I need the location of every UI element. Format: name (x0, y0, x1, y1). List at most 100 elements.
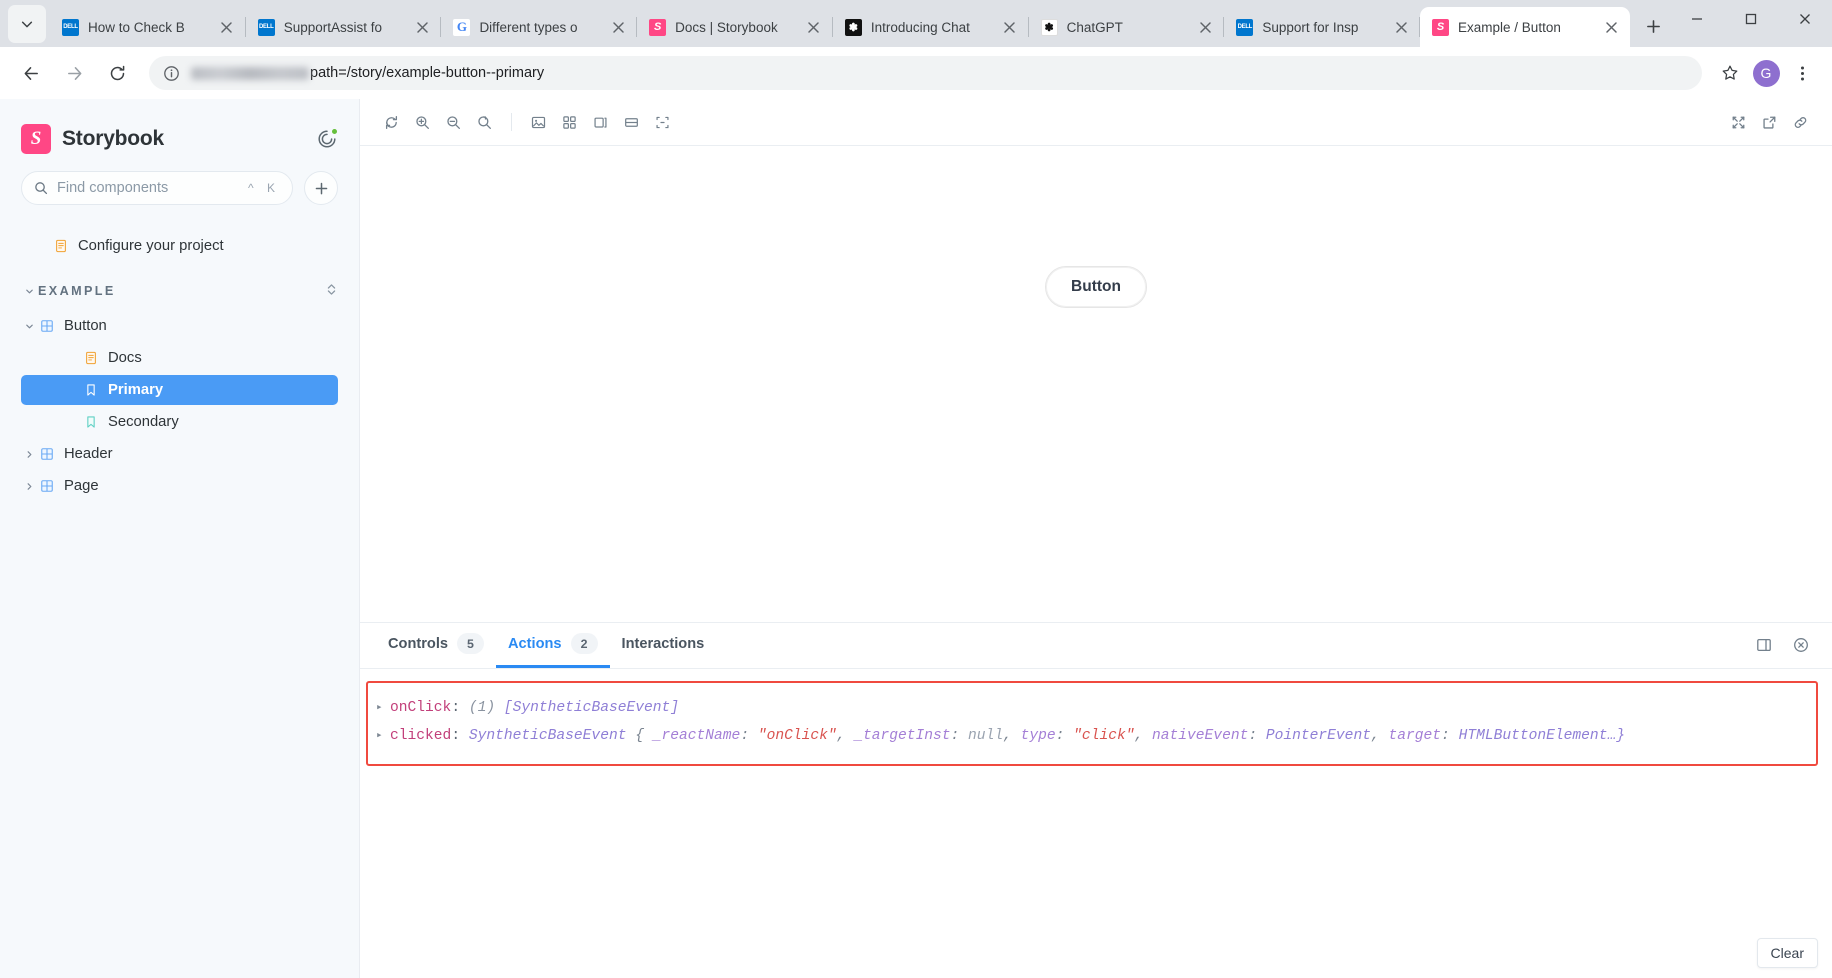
actions-log: ▸ onClick: (1) [SyntheticBaseEvent] ▸ click… (366, 680, 1818, 766)
outline-button[interactable] (647, 107, 678, 138)
expand-all-button[interactable] (325, 283, 338, 299)
tree-caret[interactable] (21, 482, 38, 491)
redacted-url-origin (191, 66, 309, 80)
sidebar-item-page[interactable]: Page (21, 471, 338, 501)
tab-close-button[interactable] (803, 16, 825, 38)
address-bar[interactable]: path=/story/example-button--primary (149, 56, 1702, 90)
remount-button[interactable] (376, 107, 407, 138)
browser-tab[interactable]: S Example / Button (1420, 7, 1631, 47)
zoom-in-icon (416, 115, 429, 129)
tree-caret[interactable] (21, 450, 38, 459)
close-button[interactable] (1778, 0, 1832, 38)
tab-actions[interactable]: Actions 2 (496, 623, 610, 668)
zoom-out-icon (447, 115, 460, 129)
bookmark-star-button[interactable] (1714, 57, 1746, 89)
back-button[interactable] (14, 56, 48, 90)
brand-name: Storybook (62, 127, 165, 150)
panel-position-button[interactable] (1748, 630, 1779, 661)
expand-arrow-icon[interactable]: ▸ (376, 696, 390, 720)
token-count: (1) (468, 699, 496, 716)
tab-controls[interactable]: Controls 5 (376, 623, 496, 668)
site-information-icon[interactable] (163, 65, 180, 82)
sidebar-item-label: Secondary (108, 414, 179, 430)
tab-badge: 5 (457, 633, 484, 654)
zoom-in-button[interactable] (407, 107, 438, 138)
tab-close-button[interactable] (1194, 16, 1216, 38)
browser-tab[interactable]: G Different types o (441, 7, 637, 47)
tab-close-button[interactable] (216, 16, 238, 38)
sidebar-item-button-secondary[interactable]: Secondary (21, 407, 338, 437)
sidebar-item-button-docs[interactable]: Docs (21, 343, 338, 373)
tree-caret[interactable] (21, 322, 38, 331)
measure-button[interactable] (616, 107, 647, 138)
minimize-button[interactable] (1670, 0, 1724, 38)
browser-tab[interactable]: S Docs | Storybook (637, 7, 833, 47)
backgrounds-button[interactable] (523, 107, 554, 138)
story-primary-button[interactable]: Button (1045, 266, 1147, 308)
tab-interactions[interactable]: Interactions (610, 623, 717, 668)
outline-icon (656, 116, 669, 128)
browser-tab[interactable]: ✽ ChatGPT (1029, 7, 1225, 47)
tab-close-button[interactable] (607, 16, 629, 38)
plus-icon (315, 182, 327, 194)
tab-search-button[interactable] (8, 5, 46, 43)
copy-link-button[interactable] (1785, 107, 1816, 138)
browser-tab[interactable]: DELL SupportAssist fo (246, 7, 442, 47)
storybook-logo-icon: S (21, 124, 51, 154)
sidebar-item-configure-your-project[interactable]: Configure your project (21, 231, 338, 261)
panel-footer: Clear (1756, 938, 1818, 968)
profile-button[interactable]: G (1750, 57, 1782, 89)
search-box[interactable]: ^ K (21, 171, 293, 205)
document-icon (55, 239, 66, 253)
punctuation: : (451, 727, 469, 744)
storybook-app: S Storybook ^ K (0, 99, 1832, 978)
token-type: [SyntheticBaseEvent] (495, 699, 680, 716)
sidebar-item-label: Configure your project (78, 238, 224, 254)
add-component-button[interactable] (304, 171, 338, 205)
tab-close-button[interactable] (411, 16, 433, 38)
browser-menu-button[interactable] (1786, 57, 1818, 89)
sidebar-brand[interactable]: S Storybook (21, 99, 338, 167)
panel-position-icon (1756, 638, 1771, 652)
action-log-row[interactable]: ▸ clicked: SyntheticBaseEvent { _reactNam… (368, 722, 1816, 750)
group-caret[interactable] (21, 287, 38, 296)
tab-badge: 2 (570, 633, 598, 654)
tab-close-button[interactable] (999, 16, 1021, 38)
viewport-button[interactable] (585, 107, 616, 138)
tab-close-button[interactable] (1390, 16, 1412, 38)
browser-tab[interactable]: DELL How to Check B (50, 7, 246, 47)
action-log-row[interactable]: ▸ onClick: (1) [SyntheticBaseEvent] (368, 694, 1816, 722)
tab-close-button[interactable] (1600, 16, 1622, 38)
tab-label: Actions (508, 635, 562, 652)
open-in-new-tab-button[interactable] (1754, 107, 1785, 138)
expand-arrow-icon[interactable]: ▸ (376, 724, 390, 748)
action-log-content: onClick: (1) [SyntheticBaseEvent] (390, 696, 679, 720)
new-tab-button[interactable] (1636, 9, 1670, 43)
browser-tab[interactable]: ✽ Introducing Chat (833, 7, 1029, 47)
token-plain: : (740, 727, 750, 744)
sidebar-item-header[interactable]: Header (21, 439, 338, 469)
openai-light-favicon: ✽ (1040, 18, 1058, 36)
panel-close-button[interactable] (1785, 630, 1816, 661)
sidebar-item-button[interactable]: Button (21, 311, 338, 341)
maximize-button[interactable] (1724, 0, 1778, 38)
sidebar-search-row: ^ K (21, 171, 338, 205)
storybook-favicon: S (1432, 18, 1450, 36)
chevron-down-icon (21, 21, 33, 28)
sidebar-item-button-primary[interactable]: Primary (21, 375, 338, 405)
reload-button[interactable] (100, 56, 134, 90)
dell-favicon: DELL (1236, 18, 1254, 36)
token-str: "onClick" (749, 727, 837, 744)
browser-tab-title: Docs | Storybook (675, 19, 778, 35)
google-favicon: G (453, 18, 471, 36)
grid-button[interactable] (554, 107, 585, 138)
version-status-button[interactable] (316, 128, 338, 150)
clear-actions-button[interactable]: Clear (1756, 938, 1818, 968)
fullscreen-button[interactable] (1723, 107, 1754, 138)
forward-button[interactable] (57, 56, 91, 90)
search-input[interactable] (57, 180, 249, 196)
tree-group-example[interactable]: EXAMPLE (21, 277, 338, 305)
zoom-reset-button[interactable] (469, 107, 500, 138)
zoom-out-button[interactable] (438, 107, 469, 138)
browser-tab[interactable]: DELL Support for Insp (1224, 7, 1420, 47)
